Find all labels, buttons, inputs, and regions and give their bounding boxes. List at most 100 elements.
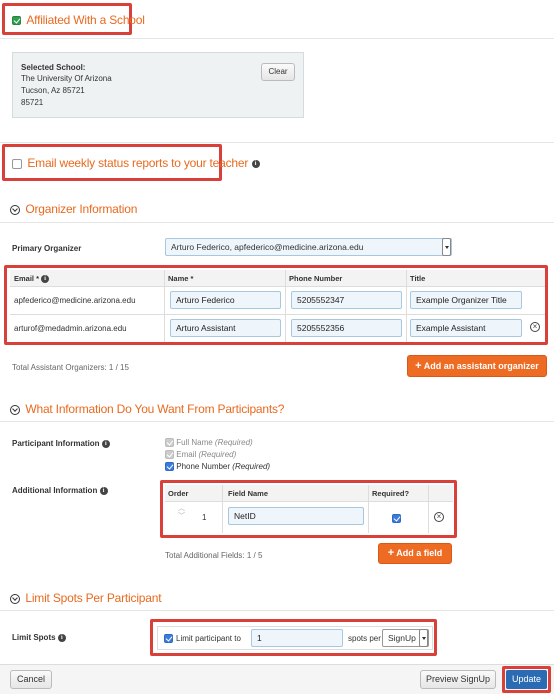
row-divider [10, 314, 545, 315]
cancel-button[interactable]: Cancel [10, 670, 52, 689]
assistant-title-input[interactable]: Example Assistant [410, 319, 522, 337]
organizer-name-input[interactable]: Arturo Federico [170, 291, 281, 309]
info-icon: i [101, 439, 110, 448]
chevron-down-icon[interactable] [419, 629, 428, 647]
affiliated-label: Affiliated With a School [26, 13, 145, 27]
col-divider [164, 270, 165, 342]
limit-row: Limit participant to 1 spots per SignUp [157, 626, 433, 650]
participant-info-label: Participant Information i [12, 439, 110, 448]
assistant-phone-input[interactable]: 5205552356 [291, 319, 402, 337]
primary-organizer-label: Primary Organizer [12, 244, 82, 253]
field-name-input[interactable]: NetID [228, 507, 364, 525]
option-checkbox[interactable] [165, 450, 174, 460]
col-field-name: Field Name [228, 489, 269, 498]
col-order: Order [168, 489, 189, 498]
field-required-checkbox[interactable] [392, 514, 401, 523]
add-field-label: Add a field [396, 548, 443, 558]
divider [0, 610, 554, 611]
organizer-section-title: Organizer Information [25, 202, 138, 216]
participant-option[interactable]: Full Name (Required) [165, 438, 253, 448]
add-field-button[interactable]: + Add a field [378, 543, 452, 564]
collapse-chevron-icon[interactable] [10, 593, 20, 604]
col-required: Required? [372, 489, 410, 498]
chevron-down-icon[interactable] [442, 238, 451, 256]
limit-spots-label: Limit Spots i [12, 633, 66, 642]
fields-table-header [165, 485, 453, 501]
col-email: Email * i [14, 274, 50, 284]
total-fields: Total Additional Fields: 1 / 5 [165, 551, 263, 560]
primary-organizer-select[interactable]: Arturo Federico, apfederico@medicine.ari… [165, 238, 452, 256]
organizer-phone-input[interactable]: 5205552347 [291, 291, 402, 309]
assistant-name-input[interactable]: Arturo Assistant [170, 319, 281, 337]
clear-button[interactable]: Clear [261, 63, 295, 81]
info-icon: i [99, 486, 108, 495]
divider [0, 421, 554, 422]
email-reports-checkbox[interactable] [12, 158, 22, 169]
col-divider [428, 485, 429, 533]
divider [0, 38, 554, 39]
remove-field-icon[interactable]: × [434, 512, 444, 522]
limit-checkbox[interactable] [164, 634, 173, 643]
additional-info-label: Additional Information i [12, 486, 108, 495]
spots-per-select[interactable]: SignUp [382, 629, 429, 647]
selected-school-panel: Selected School: The University Of Arizo… [12, 52, 304, 118]
participants-section-title: What Information Do You Want From Partic… [25, 402, 285, 416]
remove-assistant-icon[interactable]: × [530, 322, 540, 332]
option-checkbox[interactable] [165, 438, 174, 448]
total-assistants: Total Assistant Organizers: 1 / 15 [12, 363, 129, 372]
option-name: Full Name [176, 438, 213, 447]
affiliated-checkbox-row[interactable]: Affiliated With a School [12, 13, 145, 27]
option-checkbox[interactable] [165, 462, 174, 472]
update-button[interactable]: Update [506, 670, 547, 689]
fields-table: Order Field Name Required? ︿ ﹀ 1 NetID × [165, 485, 453, 533]
spots-per-label: spots per [348, 634, 381, 643]
organizer-table: Email * i Name * Phone Number Title apfe… [10, 270, 545, 342]
collapse-chevron-icon[interactable] [10, 404, 20, 415]
collapse-chevron-icon[interactable] [10, 204, 20, 215]
limit-section-header[interactable]: Limit Spots Per Participant [10, 591, 162, 605]
add-assistant-label: Add an assistant organizer [423, 361, 539, 371]
add-assistant-button[interactable]: + Add an assistant organizer [407, 355, 547, 377]
organizer-title-input[interactable]: Example Organizer Title [410, 291, 522, 309]
limit-checkbox-label: Limit participant to [176, 634, 241, 643]
participants-section-header[interactable]: What Information Do You Want From Partic… [10, 402, 284, 416]
limit-section-title: Limit Spots Per Participant [25, 591, 162, 605]
preview-button[interactable]: Preview SignUp [420, 670, 496, 689]
col-title: Title [410, 274, 426, 283]
field-order: 1 [202, 513, 207, 522]
participant-option[interactable]: Email (Required) [165, 450, 236, 460]
organizer-email: apfederico@medicine.arizona.edu [14, 296, 136, 305]
affiliated-checkbox[interactable] [12, 16, 21, 26]
info-icon: i [57, 633, 66, 642]
limit-value-input[interactable]: 1 [251, 629, 343, 647]
col-divider [285, 270, 286, 342]
col-name: Name * [168, 274, 194, 283]
spots-per-value: SignUp [388, 633, 416, 643]
school-heading: Selected School: [21, 63, 86, 72]
assistant-email: arturof@medadmin.arizona.edu [14, 324, 127, 333]
option-note: (Required) [232, 462, 271, 471]
row-divider [10, 286, 545, 287]
option-note: (Required) [214, 438, 253, 447]
info-icon: i [251, 159, 260, 168]
drag-handle-icon[interactable]: ︿ ﹀ [178, 505, 185, 521]
row-divider [165, 501, 453, 502]
participant-option[interactable]: Phone Number (Required) [165, 462, 271, 472]
school-name: The University Of Arizona [21, 74, 112, 83]
col-phone: Phone Number [289, 274, 343, 283]
info-icon: i [41, 275, 50, 284]
organizer-section-header[interactable]: Organizer Information [10, 202, 137, 216]
email-reports-row[interactable]: Email weekly status reports to your teac… [12, 156, 260, 170]
divider [0, 142, 554, 143]
col-divider [222, 485, 223, 533]
option-name: Phone Number [176, 462, 231, 471]
school-zip: 85721 [21, 98, 44, 107]
organizer-table-header [10, 270, 545, 286]
option-name: Email [176, 450, 197, 459]
plus-icon: + [415, 360, 422, 372]
email-reports-label: Email weekly status reports to your teac… [27, 156, 249, 170]
primary-organizer-value: Arturo Federico, apfederico@medicine.ari… [171, 242, 364, 252]
divider [0, 222, 554, 223]
col-divider [368, 485, 369, 533]
plus-icon: + [387, 547, 395, 559]
